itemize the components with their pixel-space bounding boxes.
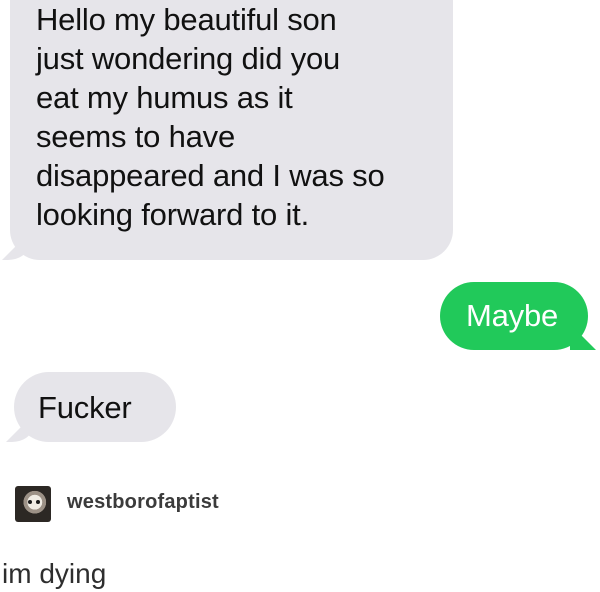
avatar-eye xyxy=(28,500,32,504)
incoming-message-bubble: Hello my beautiful son just wondering di… xyxy=(10,0,453,260)
post-caption: westborofaptist im dying xyxy=(0,470,600,592)
cat-avatar-icon[interactable] xyxy=(15,486,51,522)
outgoing-message-bubble: Maybe xyxy=(440,282,588,350)
comment-text: im dying xyxy=(2,558,107,589)
incoming-message-bubble: Fucker xyxy=(14,372,176,442)
username-link[interactable]: westborofaptist xyxy=(67,491,219,514)
avatar-eye xyxy=(36,500,40,504)
message-thread: Hello my beautiful son just wondering di… xyxy=(0,0,600,460)
